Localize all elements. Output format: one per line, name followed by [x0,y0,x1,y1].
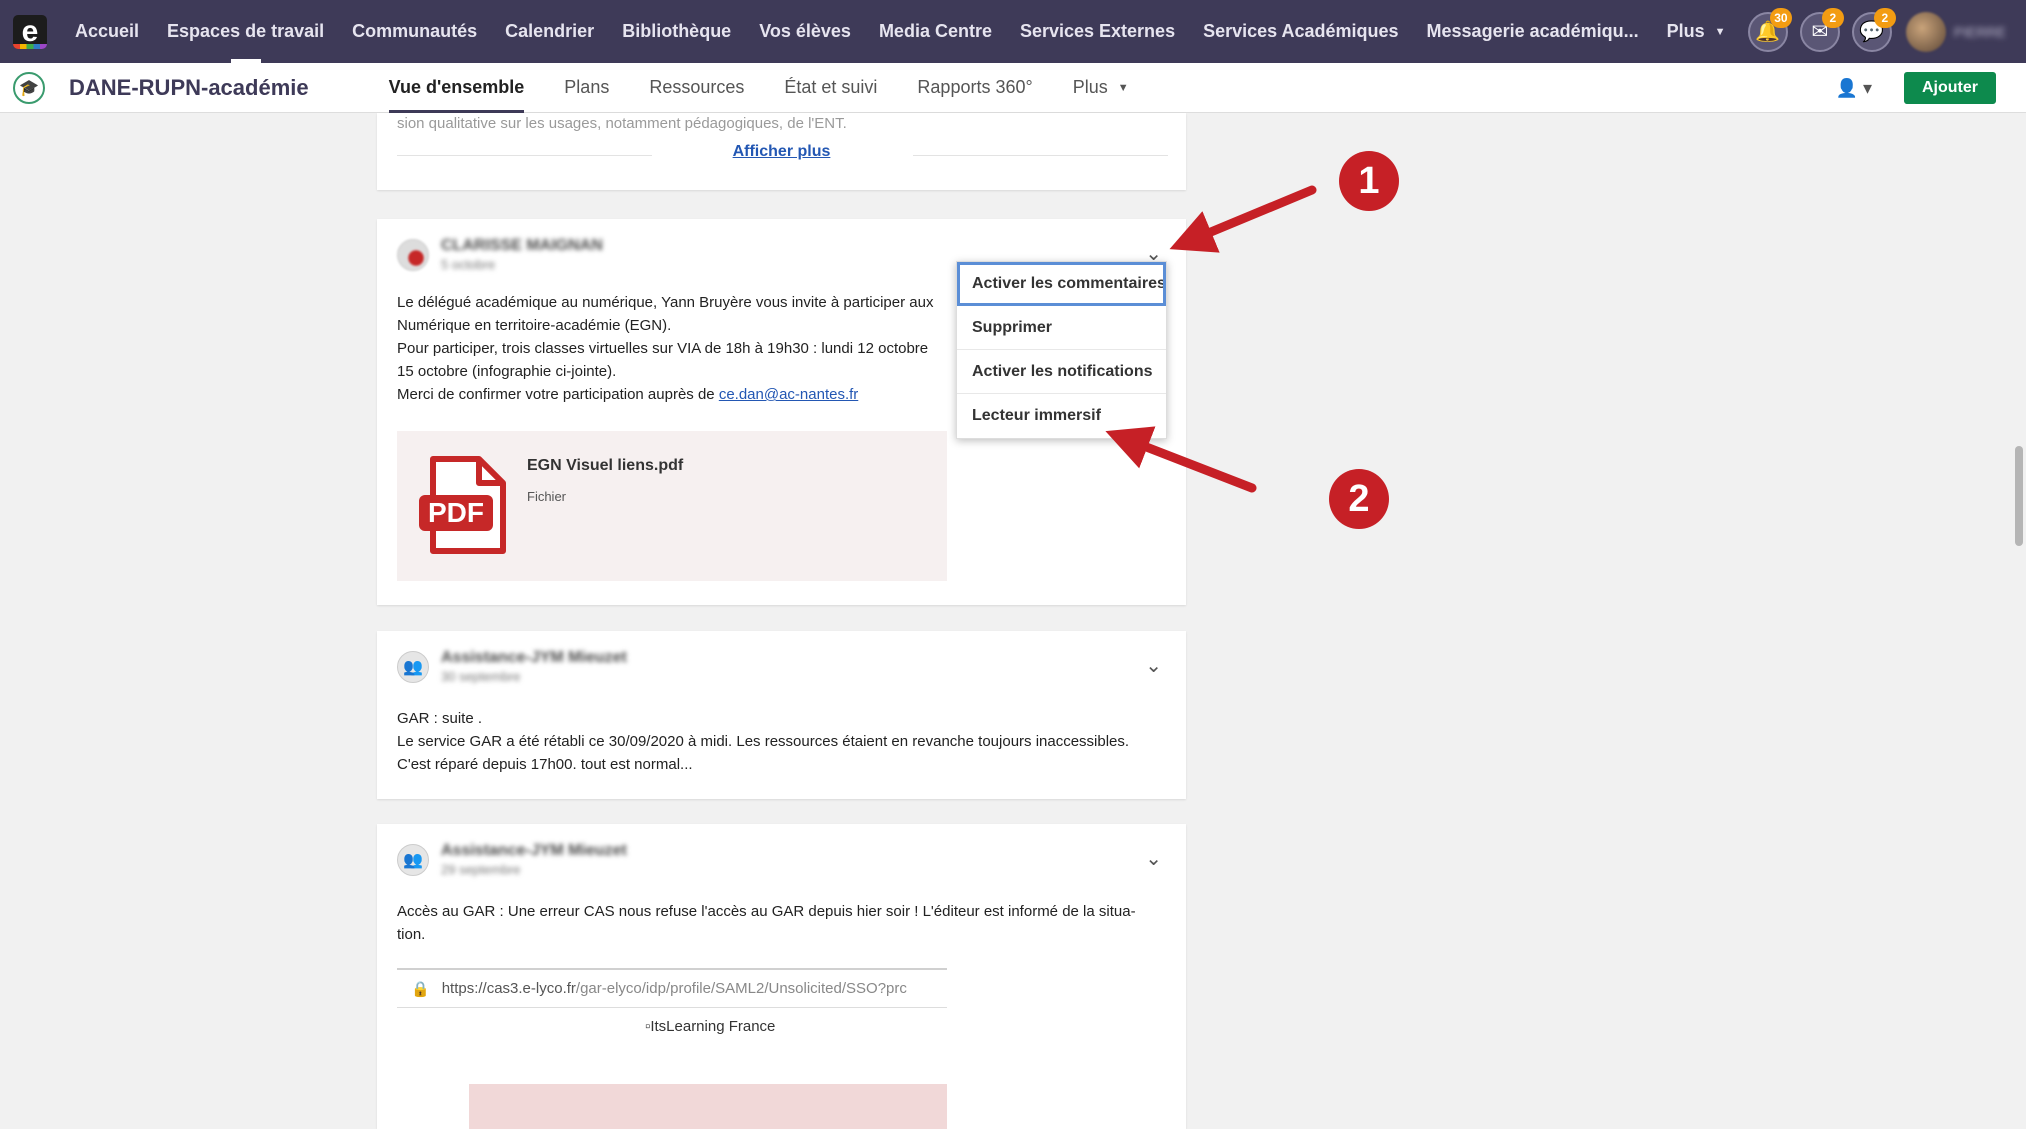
arrow-to-chevron [1169,185,1317,253]
page-scrollbar[interactable] [2012,113,2026,1129]
scrollbar-thumb[interactable] [2015,446,2023,546]
annotation-number-2: 2 [1329,469,1389,529]
arrow-to-immersive-reader [1105,426,1257,493]
annotation-arrows [1105,185,1317,493]
annotation-number-1: 1 [1339,151,1399,211]
